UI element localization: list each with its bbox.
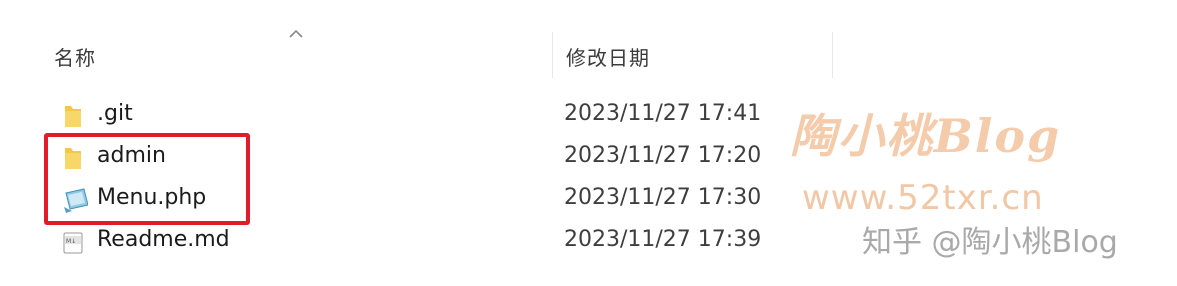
markdown-file-icon: M↓	[63, 232, 83, 254]
watermark-zhihu: 知乎 @陶小桃Blog	[862, 225, 1118, 260]
watermark-blog-logo: 陶小桃Blog	[790, 109, 1062, 163]
folder-icon	[65, 106, 81, 127]
file-name: .git	[97, 101, 133, 126]
watermark-url: www.52txr.cn	[802, 178, 1044, 218]
column-header-bar: 名称 修改日期	[0, 0, 1177, 80]
file-date-modified: 2023/11/27 17:30	[564, 185, 762, 210]
svg-text:M↓: M↓	[66, 238, 76, 245]
file-name: Readme.md	[97, 227, 230, 252]
highlight-box	[44, 133, 250, 225]
file-date-modified: 2023/11/27 17:20	[564, 143, 762, 168]
column-divider[interactable]	[552, 32, 553, 78]
file-date-modified: 2023/11/27 17:39	[564, 227, 762, 252]
file-date-modified: 2023/11/27 17:41	[564, 101, 762, 126]
column-divider[interactable]	[832, 32, 833, 78]
column-header-date-modified[interactable]: 修改日期	[566, 42, 650, 71]
sort-ascending-icon[interactable]	[288, 28, 304, 40]
column-header-name[interactable]: 名称	[54, 42, 96, 71]
